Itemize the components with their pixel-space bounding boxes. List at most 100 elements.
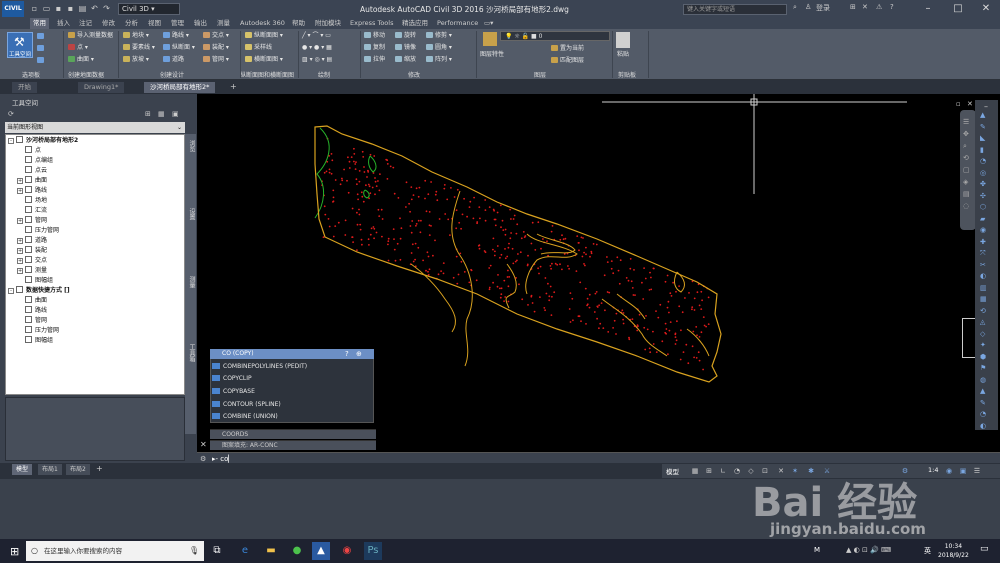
paste-icon[interactable] xyxy=(616,32,630,48)
snap-icon[interactable]: ⊞ xyxy=(704,466,714,476)
mirror-button[interactable]: 镜像 xyxy=(395,43,416,52)
undo-icon[interactable]: ↶ xyxy=(90,4,99,13)
trim-button[interactable]: 修剪 ▾ xyxy=(426,31,452,40)
tree-item[interactable]: 图幅组 xyxy=(8,276,78,286)
nav-icons[interactable]: ☰ ✥ ⌕ ⟲ ▢ ◈ ▤ ◌ xyxy=(963,116,970,212)
panel-title-design[interactable]: 创建设计 xyxy=(160,70,184,79)
restore-drawing-icon[interactable]: ▫ xyxy=(956,100,961,108)
palette-icon-3[interactable] xyxy=(37,56,46,65)
point-button[interactable]: 点 ▾ xyxy=(68,43,88,52)
stretch-button[interactable]: 拉伸 xyxy=(364,55,385,64)
doc-tab-current[interactable]: 沙河桥局部有地形2* xyxy=(144,82,216,93)
tree-item[interactable]: 图幅组 xyxy=(8,336,78,346)
profile-button[interactable]: 纵断面 ▾ xyxy=(163,43,195,52)
panel-title-draw[interactable]: 绘制 xyxy=(318,70,330,79)
expand-icon[interactable]: + xyxy=(17,178,23,184)
toolspace-option-icon[interactable]: ⊞ xyxy=(145,110,151,118)
expand-icon[interactable]: + xyxy=(17,238,23,244)
toolspace-view-dropdown[interactable]: 当前图形视图 ⌄ xyxy=(5,122,185,133)
add-layout-button[interactable]: + xyxy=(96,464,103,473)
array-button[interactable]: 阵列 ▾ xyxy=(426,55,452,64)
save-icon[interactable]: ▪ xyxy=(54,4,63,13)
layout-tab-layout2[interactable]: 布局2 xyxy=(66,464,90,475)
tree-item[interactable]: 压力管网 xyxy=(8,326,78,336)
side-tab-settings[interactable]: 设置 xyxy=(185,204,196,224)
ribbon-tab-output[interactable]: 输出 xyxy=(194,18,207,29)
exchange-icon[interactable]: ✕ xyxy=(862,3,868,11)
tree-item[interactable]: 曲面 xyxy=(8,296,78,306)
ribbon-tab-home[interactable]: 常用 xyxy=(30,18,49,29)
parcel-button[interactable]: 地块 ▾ xyxy=(123,31,149,40)
ribbon-tab-view[interactable]: 视图 xyxy=(148,18,161,29)
help-icon[interactable]: ? xyxy=(890,3,894,11)
feature-line-button[interactable]: 要素线 ▾ xyxy=(123,43,155,52)
autocomplete-item[interactable]: COPYBASE xyxy=(212,386,255,397)
user-icon[interactable]: ♙ xyxy=(805,3,811,11)
command-input[interactable]: ▸- co▏ xyxy=(212,455,234,463)
close-icon[interactable]: ✕ xyxy=(200,440,207,449)
doc-tab-drawing1[interactable]: Drawing1* xyxy=(78,82,125,93)
polar-icon[interactable]: ◔ xyxy=(732,466,742,476)
ribbon-tab-featured-apps[interactable]: 精选应用 xyxy=(402,18,428,29)
toolspace-grid-icon[interactable]: ▦ xyxy=(158,110,165,118)
ribbon-tab-manage[interactable]: 管理 xyxy=(171,18,184,29)
tree-item[interactable]: - 数据快捷方式 [] xyxy=(8,286,78,296)
autocomplete-section-coords[interactable]: COORDS xyxy=(210,429,376,439)
tree-item[interactable]: 场地 xyxy=(8,196,78,206)
maximize-button[interactable]: □ xyxy=(944,0,972,18)
tree-item[interactable]: 汇流 xyxy=(8,206,78,216)
panel-title-clipboard[interactable]: 剪贴板 xyxy=(618,70,636,79)
customize-icon[interactable]: ☰ xyxy=(972,466,982,476)
command-settings-icon[interactable]: ⚙ xyxy=(200,455,206,463)
model-space-toggle[interactable]: 模型 xyxy=(666,466,679,476)
microphone-icon[interactable]: 🎙 xyxy=(189,546,199,555)
ime-language[interactable]: 英 xyxy=(924,546,931,556)
scale-value[interactable]: 1:4 xyxy=(928,466,938,474)
autocomplete-item[interactable]: CONTOUR (SPLINE) xyxy=(212,399,281,410)
circle-icon[interactable]: ● ▾ ● ▾ ▦ xyxy=(302,43,332,52)
layout-tab-layout1[interactable]: 布局1 xyxy=(38,464,62,475)
chrome-icon[interactable]: ◉ xyxy=(338,542,356,560)
tree-item[interactable]: + 测量 xyxy=(8,266,78,276)
toolbar-icons[interactable]: ▲ ✎ ◣ ▮ ◔ ◎ ✤ ✣ ⬡ ▰ ◉ ✚ ⤧ ✂ ◐ ▥ ▦ ⟲ ◬ ◇ ✦ ⬢ ⚑ ◍ ▲ ✎ ◔ ◐ xyxy=(980,110,992,432)
search-icon[interactable]: ⌕ xyxy=(793,3,797,12)
doc-tab-start[interactable]: 开始 xyxy=(12,82,37,93)
panel-title-profile-section[interactable]: 纵断面图和横断面图 xyxy=(240,70,294,79)
new-tab-button[interactable]: + xyxy=(230,82,237,91)
toolspace-refresh-icon[interactable]: ⟳ xyxy=(8,110,14,118)
file-explorer-icon[interactable]: ▬ xyxy=(262,542,280,560)
task-view-icon[interactable]: ⧉ xyxy=(208,542,226,560)
autocomplete-item[interactable]: COMBINE (UNION) xyxy=(212,411,278,422)
tree-item[interactable]: 点 xyxy=(8,146,78,156)
fillet-button[interactable]: 圆角 ▾ xyxy=(426,43,452,52)
taskbar-search-input[interactable]: 在这里输入你要搜索的内容 xyxy=(26,541,204,561)
open-file-icon[interactable]: ▭ xyxy=(42,4,51,13)
ortho-icon[interactable]: ∟ xyxy=(718,466,728,476)
ribbon-tab-autodesk360[interactable]: Autodesk 360 xyxy=(240,18,285,29)
expand-icon[interactable]: - xyxy=(8,288,14,294)
tree-item[interactable]: + 管网 xyxy=(8,216,78,226)
toolspace-button[interactable]: ⚒ 工具空间 xyxy=(7,32,33,58)
ribbon-tab-analyze[interactable]: 分析 xyxy=(125,18,138,29)
grid-icon[interactable]: ▦ xyxy=(690,466,700,476)
surface-button[interactable]: 曲面 ▾ xyxy=(68,55,94,64)
close-drawing-icon[interactable]: ✕ xyxy=(967,100,973,108)
panel-title-palettes[interactable]: 选项板 xyxy=(22,70,40,79)
print-icon[interactable]: ▤ xyxy=(78,4,87,13)
new-file-icon[interactable]: ▫ xyxy=(30,4,39,13)
expand-icon[interactable]: + xyxy=(17,248,23,254)
tree-item[interactable]: 点云 xyxy=(8,166,78,176)
alignment-button[interactable]: 路线 ▾ xyxy=(163,31,189,40)
section-view-button[interactable]: 横断面图 ▾ xyxy=(245,55,283,64)
close-button[interactable]: ✕ xyxy=(972,0,1000,18)
profile-view-button[interactable]: 纵断面图 ▾ xyxy=(245,31,283,40)
palette-icon-1[interactable] xyxy=(37,32,46,41)
ribbon-tab-modify[interactable]: 修改 xyxy=(102,18,115,29)
autocomplete-selected[interactable]: CO (COPY) xyxy=(210,349,374,359)
ribbon-tab-express-tools[interactable]: Express Tools xyxy=(350,18,393,29)
expand-icon[interactable]: + xyxy=(17,218,23,224)
civil3d-taskbar-icon[interactable]: ▲ xyxy=(312,542,330,560)
corridor-button[interactable]: 道路 xyxy=(163,55,184,64)
tree-item[interactable]: 管网 xyxy=(8,316,78,326)
make-current-button[interactable]: 置为当前 xyxy=(551,44,584,53)
